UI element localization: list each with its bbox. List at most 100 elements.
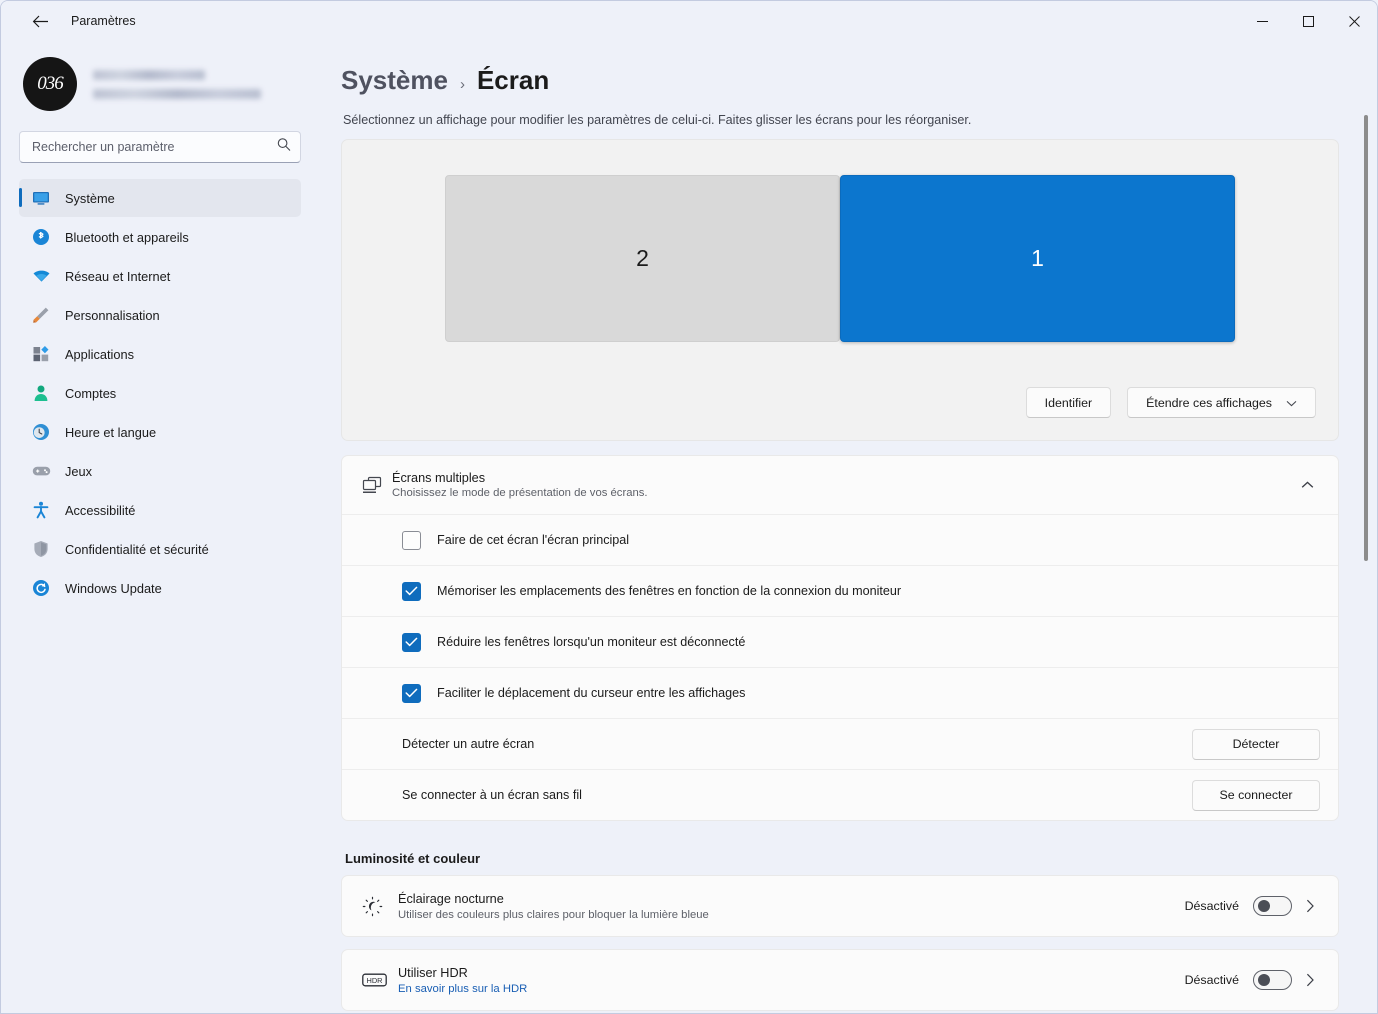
chevron-right-icon[interactable]: [1306, 973, 1324, 987]
multiple-displays-header[interactable]: Écrans multiples Choisissez le mode de p…: [342, 456, 1338, 514]
sidebar-item-label: Windows Update: [65, 580, 162, 596]
minimize-button[interactable]: [1239, 1, 1285, 41]
hdr-learn-more-link[interactable]: En savoir plus sur la HDR: [398, 983, 1185, 995]
checkbox-checked[interactable]: [402, 581, 421, 601]
clock-globe-icon: [31, 422, 51, 442]
close-button[interactable]: [1331, 1, 1377, 41]
avatar: 036: [23, 57, 77, 111]
night-light-toggle[interactable]: [1253, 896, 1292, 916]
checkbox-row-remember-window-locations[interactable]: Mémoriser les emplacements des fenêtres …: [342, 565, 1338, 616]
checkbox-label: Mémoriser les emplacements des fenêtres …: [437, 584, 902, 598]
toggle-state-label: Désactivé: [1184, 899, 1239, 913]
connect-button[interactable]: Se connecter: [1192, 779, 1320, 811]
sidebar-item-windows-update[interactable]: Windows Update: [19, 569, 301, 607]
check-icon: [405, 586, 418, 596]
detect-button[interactable]: Détecter: [1192, 728, 1320, 760]
account-name-redacted: [93, 69, 205, 80]
night-light-icon: [362, 896, 398, 917]
gamepad-icon: [31, 461, 51, 481]
checkbox-checked[interactable]: [402, 632, 421, 652]
account-text: [93, 69, 261, 99]
card-title: Écrans multiples: [392, 471, 486, 485]
search-input[interactable]: [19, 131, 301, 163]
search-box: [19, 131, 301, 163]
account-email-redacted: [93, 88, 261, 99]
dual-monitor-icon: [362, 476, 392, 495]
scrollbar-thumb[interactable]: [1364, 115, 1368, 561]
check-icon: [405, 688, 418, 698]
minimize-icon: [1256, 20, 1268, 22]
accessibility-icon: [31, 500, 51, 520]
window-title: Paramètres: [71, 14, 136, 28]
sidebar-item-systeme[interactable]: Système: [19, 179, 301, 217]
sidebar-item-applications[interactable]: Applications: [19, 335, 301, 373]
checkbox-checked[interactable]: [402, 683, 421, 703]
monitor-number: 2: [636, 245, 649, 271]
checkbox-label: Faciliter le déplacement du curseur entr…: [437, 686, 746, 700]
shield-icon: [31, 539, 51, 559]
maximize-icon: [1302, 15, 1314, 27]
person-icon: [31, 383, 51, 403]
apps-grid-icon: [31, 344, 51, 364]
chevron-right-icon[interactable]: [1306, 899, 1324, 913]
setting-title: Utiliser HDR: [398, 965, 468, 980]
checkbox-row-ease-cursor-movement[interactable]: Faciliter le déplacement du curseur entr…: [342, 667, 1338, 718]
hdr-toggle[interactable]: [1253, 970, 1292, 990]
sidebar-item-personnalisation[interactable]: Personnalisation: [19, 296, 301, 334]
sidebar-item-accessibilite[interactable]: Accessibilité: [19, 491, 301, 529]
sidebar-item-label: Heure et langue: [65, 424, 157, 440]
multiple-displays-card: Écrans multiples Choisissez le mode de p…: [341, 455, 1339, 821]
display-mode-dropdown[interactable]: Étendre ces affichages: [1127, 387, 1316, 418]
sidebar-item-label: Applications: [65, 346, 135, 362]
breadcrumb-parent[interactable]: Système: [341, 65, 448, 96]
sidebar-item-reseau-et-internet[interactable]: Réseau et Internet: [19, 257, 301, 295]
setting-title: Éclairage nocturne: [398, 891, 504, 906]
page-description: Sélectionnez un affichage pour modifier …: [343, 113, 972, 127]
display-arrangement-panel: 2 1 Identifier Étendre ces affichages: [341, 139, 1339, 441]
sidebar-item-bluetooth-et-appareils[interactable]: Bluetooth et appareils: [19, 218, 301, 256]
sidebar-item-confidentialite-et-securite[interactable]: Confidentialité et sécurité: [19, 530, 301, 568]
checkbox-row-make-main-display[interactable]: Faire de cet écran l'écran principal: [342, 514, 1338, 565]
main-content: Système › Écran Sélectionnez un affichag…: [319, 41, 1377, 1013]
checkbox-label: Faire de cet écran l'écran principal: [437, 533, 630, 547]
back-button[interactable]: [23, 5, 57, 37]
checkbox-label: Réduire les fenêtres lorsqu'un moniteur …: [437, 635, 746, 649]
monitor-preview-2[interactable]: 2: [445, 175, 840, 342]
breadcrumb: Système › Écran: [341, 65, 1339, 96]
vertical-scrollbar[interactable]: [1361, 67, 1371, 997]
sidebar-item-label: Jeux: [65, 463, 93, 479]
hdr-icon: HDR: [362, 972, 398, 988]
window-controls: [1239, 1, 1377, 41]
maximize-button[interactable]: [1285, 1, 1331, 41]
sidebar-item-label: Confidentialité et sécurité: [65, 541, 209, 557]
account-summary[interactable]: 036: [19, 41, 301, 131]
sidebar-item-label: Système: [65, 190, 115, 206]
sidebar: 036 Rechercher un paramètre Système Blue…: [1, 41, 319, 1013]
bluetooth-icon: [31, 227, 51, 247]
arrangement-actions: Identifier Étendre ces affichages: [1025, 387, 1316, 418]
setting-card-night-light[interactable]: Éclairage nocturne Utiliser des couleurs…: [341, 875, 1339, 937]
chevron-up-icon[interactable]: [1294, 481, 1320, 489]
sidebar-item-heure-et-langue[interactable]: Heure et langue: [19, 413, 301, 451]
title-bar: Paramètres: [1, 1, 1377, 41]
row-label: Détecter un autre écran: [402, 737, 535, 751]
monitor-preview-1[interactable]: 1: [840, 175, 1235, 342]
monitor-icon: [31, 188, 51, 208]
row-label: Se connecter à un écran sans fil: [402, 788, 582, 802]
identify-button[interactable]: Identifier: [1025, 387, 1112, 418]
display-mode-value: Étendre ces affichages: [1146, 395, 1272, 410]
setting-card-hdr[interactable]: HDR Utiliser HDR En savoir plus sur la H…: [341, 949, 1339, 1011]
refresh-icon: [31, 578, 51, 598]
wifi-icon: [31, 266, 51, 286]
row-detect-display: Détecter un autre écran Détecter: [342, 718, 1338, 769]
checkbox-unchecked[interactable]: [402, 530, 421, 550]
sidebar-item-label: Personnalisation: [65, 307, 160, 323]
setting-subtitle: Utiliser des couleurs plus claires pour …: [398, 908, 709, 921]
monitor-layout: 2 1: [342, 140, 1338, 342]
svg-text:HDR: HDR: [366, 976, 382, 985]
sidebar-item-jeux[interactable]: Jeux: [19, 452, 301, 490]
sidebar-item-comptes[interactable]: Comptes: [19, 374, 301, 412]
chevron-down-icon: [1286, 396, 1297, 410]
close-icon: [1348, 15, 1360, 27]
checkbox-row-minimize-windows[interactable]: Réduire les fenêtres lorsqu'un moniteur …: [342, 616, 1338, 667]
